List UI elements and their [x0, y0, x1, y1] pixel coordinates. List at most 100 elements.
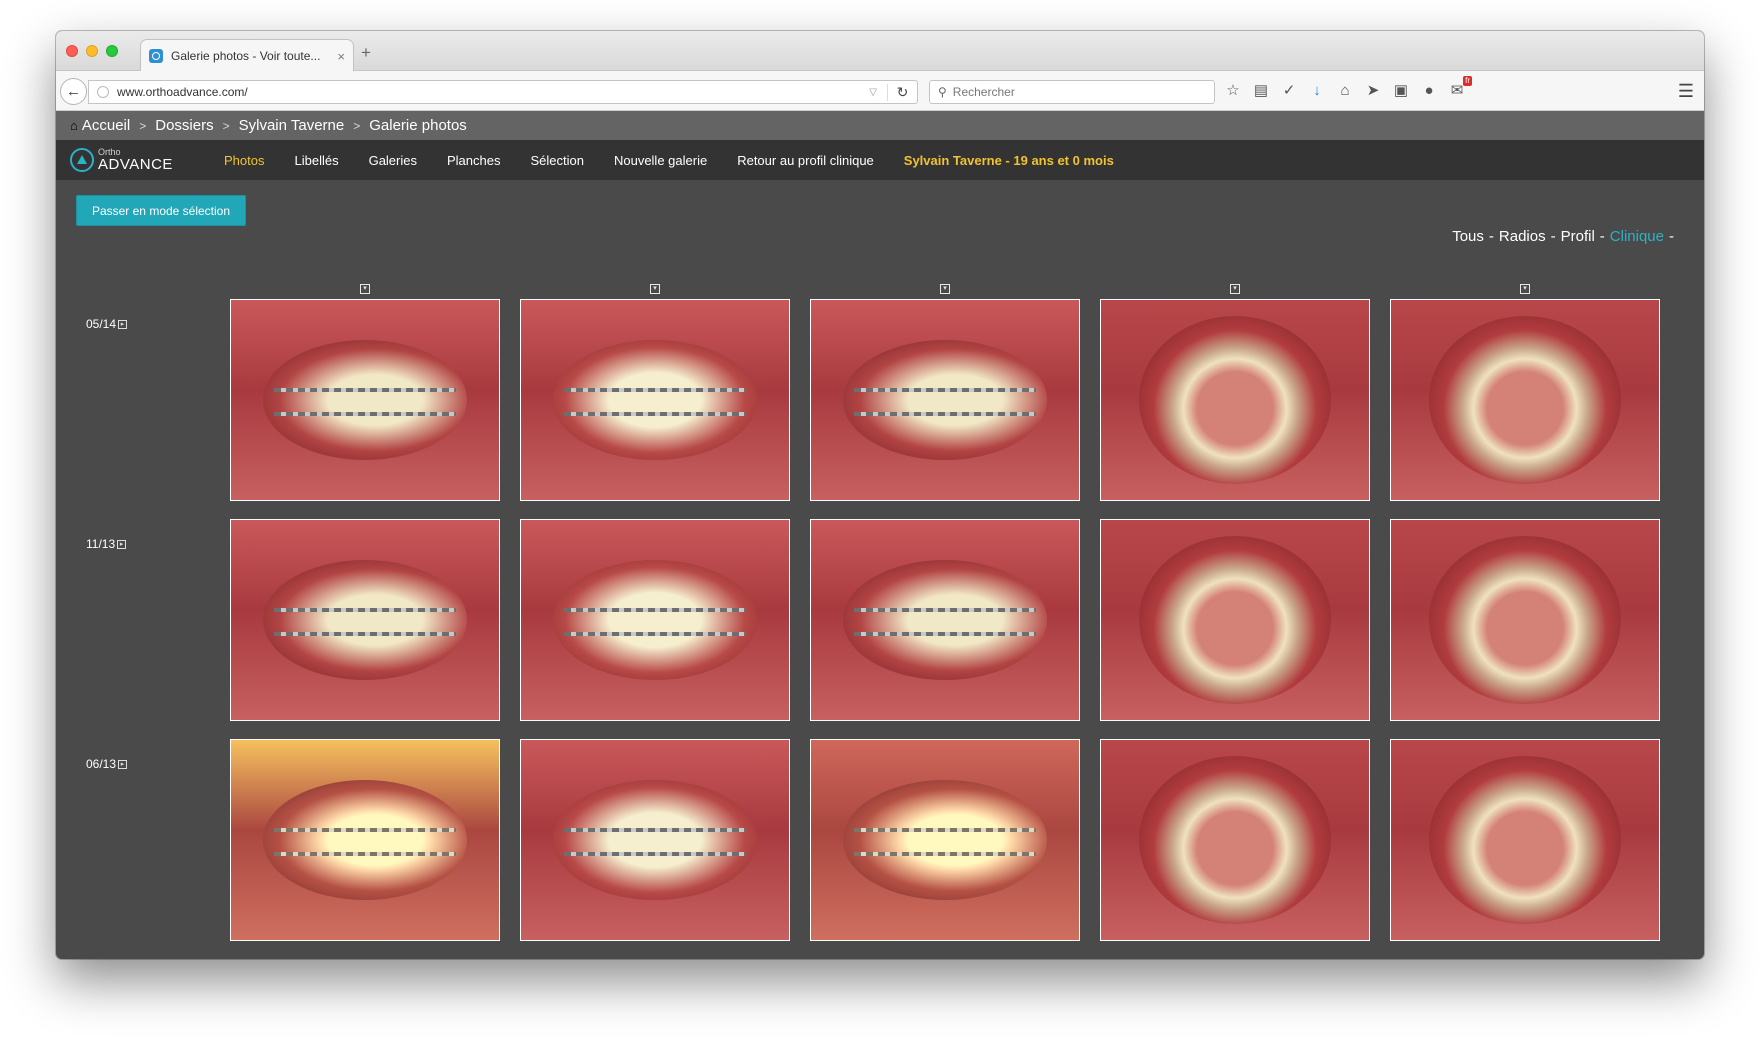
photo-thumbnail[interactable] [520, 519, 790, 721]
browser-tab[interactable]: Galerie photos - Voir toute... × [140, 39, 354, 72]
photo-content [843, 340, 1047, 460]
n-icon[interactable]: ▣ [1392, 81, 1410, 101]
photo-content [263, 560, 467, 680]
braces-wire [853, 388, 1037, 392]
photo-thumbnail[interactable] [810, 299, 1080, 501]
back-button[interactable]: ← [60, 78, 87, 105]
breadcrumb-item-dossiers[interactable]: Dossiers [155, 117, 213, 134]
photo-content [1428, 756, 1622, 924]
photo-content [1428, 316, 1622, 484]
photo-thumbnail[interactable] [810, 519, 1080, 721]
nav-menu: Photos Libellés Galeries Planches Sélect… [224, 140, 1114, 180]
reload-icon[interactable]: ↻ [887, 83, 917, 101]
url-text[interactable]: www.orthoadvance.com/ [117, 85, 869, 99]
braces-wire [273, 608, 457, 612]
photo-content [553, 780, 757, 900]
photo-thumbnail[interactable] [230, 739, 500, 941]
notification-icon[interactable]: ✉ fr [1448, 76, 1472, 101]
breadcrumb-separator: > [139, 118, 147, 133]
menu-icon[interactable]: ☰ [1678, 81, 1694, 102]
braces-wire [853, 632, 1037, 636]
select-mode-button[interactable]: Passer en mode sélection [76, 195, 246, 226]
nav-item-galeries[interactable]: Galeries [369, 153, 417, 168]
filter-separator: - [1599, 228, 1605, 245]
chat-icon[interactable]: ● [1420, 81, 1438, 101]
photo-content [843, 780, 1047, 900]
photo-thumbnail[interactable] [230, 519, 500, 721]
logo-big-text: ADVANCE [98, 156, 173, 173]
home-icon[interactable]: ⌂ [70, 118, 78, 133]
photo-thumbnail[interactable] [1390, 739, 1660, 941]
filter-profil[interactable]: Profil [1561, 228, 1595, 245]
row-select-toggle[interactable]: ▸ [118, 319, 128, 329]
close-window-button[interactable] [66, 45, 78, 57]
row-date-label: 06/13 ▸ [86, 757, 128, 771]
home-icon[interactable]: ⌂ [1336, 81, 1354, 101]
send-icon[interactable]: ➤ [1364, 81, 1382, 101]
browser-toolbar: ← www.orthoadvance.com/ ▽ ↻ ⚲ Rechercher… [56, 71, 1704, 111]
logo[interactable]: Ortho ADVANCE [70, 148, 173, 172]
nav-item-nouvelle-galerie[interactable]: Nouvelle galerie [614, 153, 707, 168]
tab-close-icon[interactable]: × [337, 49, 345, 64]
filter-tous[interactable]: Tous [1452, 228, 1484, 245]
row-date: 06/13 [86, 757, 117, 771]
nav-item-retour-profil[interactable]: Retour au profil clinique [737, 153, 874, 168]
filter-clinique[interactable]: Clinique [1610, 228, 1664, 245]
braces-wire [563, 852, 747, 856]
column-select-toggle[interactable]: ▾ [940, 284, 950, 294]
row-select-toggle[interactable]: ▸ [117, 539, 127, 549]
dropdown-icon[interactable]: ▽ [869, 87, 877, 98]
photo-thumbnail[interactable] [1390, 519, 1660, 721]
column-select-toggle[interactable]: ▾ [1230, 284, 1240, 294]
photo-thumbnail[interactable] [1100, 519, 1370, 721]
photo-content [1138, 316, 1332, 484]
braces-wire [273, 388, 457, 392]
minimize-window-button[interactable] [86, 45, 98, 57]
column-select-toggle[interactable]: ▾ [360, 284, 370, 294]
search-bar[interactable]: ⚲ Rechercher [929, 80, 1215, 104]
url-bar[interactable]: www.orthoadvance.com/ ▽ ↻ [88, 80, 918, 104]
photo-content [1138, 756, 1332, 924]
photo-content [553, 340, 757, 460]
breadcrumb-item-gallery: Galerie photos [369, 117, 467, 134]
nav-item-libelles[interactable]: Libellés [294, 153, 338, 168]
row-date-label: 05/14 ▸ [86, 317, 128, 331]
download-icon[interactable]: ↓ [1308, 81, 1326, 101]
nav-item-selection[interactable]: Sélection [530, 153, 583, 168]
photo-thumbnail[interactable] [1100, 299, 1370, 501]
search-placeholder[interactable]: Rechercher [953, 85, 1015, 99]
photo-thumbnail[interactable] [1390, 299, 1660, 501]
row-select-toggle[interactable]: ▸ [118, 759, 128, 769]
braces-wire [273, 828, 457, 832]
new-tab-button[interactable]: + [361, 43, 371, 63]
photo-thumbnail[interactable] [520, 299, 790, 501]
zoom-window-button[interactable] [106, 45, 118, 57]
photo-thumbnail[interactable] [230, 299, 500, 501]
braces-wire [273, 412, 457, 416]
photo-content [1138, 536, 1332, 704]
nav-item-planches[interactable]: Planches [447, 153, 500, 168]
photo-thumbnail[interactable] [1100, 739, 1370, 941]
nav-item-photos[interactable]: Photos [224, 153, 264, 168]
braces-wire [563, 412, 747, 416]
column-select-toggle[interactable]: ▾ [650, 284, 660, 294]
filter-separator: - [1488, 228, 1494, 245]
row-date: 05/14 [86, 317, 117, 331]
braces-wire [563, 632, 747, 636]
column-select-toggle[interactable]: ▾ [1520, 284, 1530, 294]
title-bar: Galerie photos - Voir toute... × + [56, 31, 1704, 72]
breadcrumb-item-patient[interactable]: Sylvain Taverne [239, 117, 345, 134]
photo-thumbnail[interactable] [810, 739, 1080, 941]
filter-radios[interactable]: Radios [1499, 228, 1546, 245]
star-icon[interactable]: ☆ [1224, 81, 1242, 101]
row-date-label: 11/13 ▸ [86, 537, 127, 551]
photo-content [843, 560, 1047, 680]
notification-badge: fr [1463, 76, 1472, 86]
braces-wire [563, 828, 747, 832]
pocket-icon[interactable]: ✓ [1280, 81, 1298, 101]
breadcrumb-item-home[interactable]: Accueil [82, 117, 130, 134]
braces-wire [273, 632, 457, 636]
photo-thumbnail[interactable] [520, 739, 790, 941]
photo-content [263, 340, 467, 460]
reading-list-icon[interactable]: ▤ [1252, 81, 1270, 101]
